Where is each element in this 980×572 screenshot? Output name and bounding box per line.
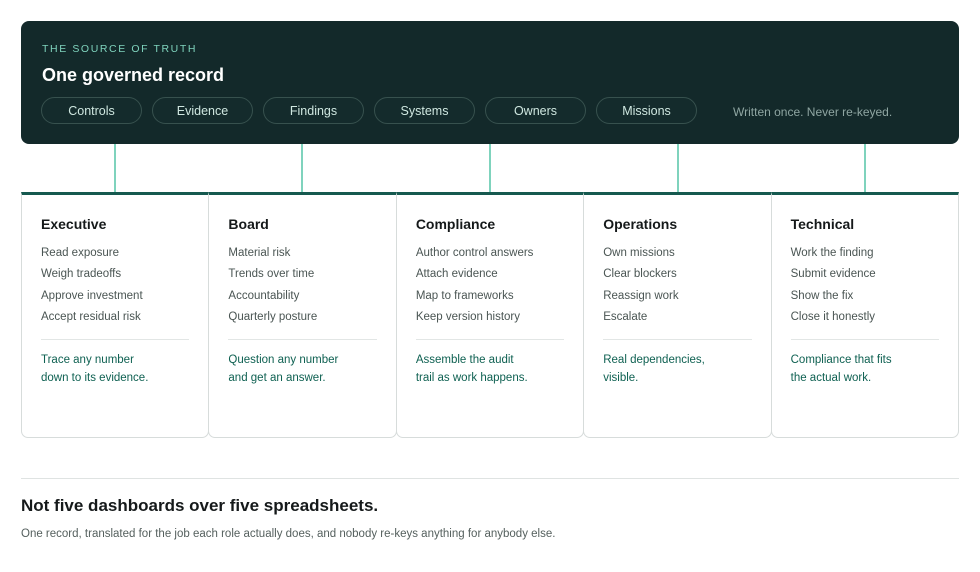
card-divider [603, 339, 752, 340]
footer-headline: Not five dashboards over five spreadshee… [21, 496, 379, 515]
role-title: Compliance [415, 216, 496, 232]
role-task-list: Own missions Clear blockers Reassign wor… [603, 245, 678, 330]
role-task-list: Material risk Trends over time Accountab… [228, 245, 317, 330]
role-title: Technical [790, 216, 855, 232]
role-task: Material risk [228, 247, 291, 259]
role-card-executive: Executive Read exposure Weigh tradeoffs … [21, 192, 210, 438]
outcome-line: the actual work. [790, 372, 872, 384]
role-task: Approve investment [41, 289, 143, 302]
footer-subline: One record, translated for the job each … [21, 528, 556, 540]
role-task: Submit evidence [790, 268, 876, 281]
role-task: Own missions [603, 247, 675, 259]
role-card-compliance: Compliance Author control answers Attach… [395, 192, 585, 438]
pill-evidence[interactable]: Evidence [152, 97, 253, 124]
banner-tagline: Written once. Never re-keyed. [733, 105, 893, 119]
card-divider [41, 339, 190, 340]
role-outcome: Compliance that fits the actual work. [791, 351, 941, 387]
role-card-board: Board Material risk Trends over time Acc… [208, 192, 397, 438]
role-task: Accountability [228, 289, 300, 302]
role-task: Attach evidence [415, 268, 498, 281]
section-divider [21, 478, 959, 479]
role-task-list: Read exposure Weigh tradeoffs Approve in… [41, 245, 143, 330]
connector-line-technical [864, 144, 866, 194]
role-task: Trends over time [228, 268, 315, 281]
role-task: Clear blockers [603, 268, 677, 281]
role-outcome: Assemble the audit trail as work happens… [416, 351, 566, 387]
role-title: Board [228, 216, 269, 232]
record-type-pills: Controls Evidence Findings Systems Owner… [41, 97, 697, 124]
role-task: Author control answers [415, 247, 534, 259]
banner-eyebrow: THE SOURCE OF TRUTH [42, 43, 198, 55]
pill-owners[interactable]: Owners [485, 97, 586, 124]
pill-missions[interactable]: Missions [596, 97, 697, 124]
outcome-line: trail as work happens. [415, 372, 528, 384]
role-outcome: Question any number and get an answer. [228, 351, 378, 387]
role-card-operations: Operations Own missions Clear blockers R… [583, 192, 772, 438]
role-task: Work the finding [790, 247, 874, 259]
outcome-line: down to its evidence. [41, 372, 149, 384]
role-task-list: Work the finding Submit evidence Show th… [791, 245, 876, 330]
connector-line-board [301, 144, 303, 194]
outcome-line: Trace any number [41, 354, 134, 366]
role-card-technical: Technical Work the finding Submit eviden… [770, 192, 960, 438]
role-outcome: Trace any number down to its evidence. [41, 351, 191, 387]
connector-line-operations [677, 144, 679, 194]
role-task: Weigh tradeoffs [41, 268, 122, 281]
role-task: Quarterly posture [228, 310, 318, 323]
connector-line-compliance [489, 144, 491, 194]
role-task: Read exposure [41, 247, 119, 259]
outcome-line: Real dependencies, [603, 354, 705, 366]
outcome-line: Compliance that fits [790, 354, 892, 366]
role-task: Map to frameworks [415, 289, 514, 302]
source-of-truth-banner: THE SOURCE OF TRUTH One governed record … [21, 21, 959, 144]
pill-controls[interactable]: Controls [41, 97, 142, 124]
role-task-list: Author control answers Attach evidence M… [416, 245, 534, 330]
role-task: Reassign work [603, 289, 679, 302]
outcome-line: visible. [603, 372, 639, 384]
outcome-line: Assemble the audit [415, 354, 514, 366]
banner-title: One governed record [42, 65, 225, 85]
card-divider [415, 339, 565, 340]
role-title: Operations [603, 216, 678, 232]
pill-systems[interactable]: Systems [374, 97, 475, 124]
role-cards: Executive Read exposure Weigh tradeoffs … [21, 192, 960, 438]
connector-line-executive [114, 144, 116, 194]
role-task: Accept residual risk [41, 310, 141, 323]
role-task: Escalate [603, 310, 648, 323]
outcome-line: Question any number [228, 354, 339, 366]
outcome-line: and get an answer. [228, 372, 326, 384]
card-divider [228, 339, 377, 340]
role-title: Executive [41, 216, 107, 232]
card-divider [790, 339, 940, 340]
role-outcome: Real dependencies, visible. [603, 351, 753, 387]
role-task: Keep version history [415, 310, 521, 323]
role-task: Close it honestly [790, 310, 875, 323]
pill-findings[interactable]: Findings [263, 97, 364, 124]
role-task: Show the fix [790, 289, 854, 302]
